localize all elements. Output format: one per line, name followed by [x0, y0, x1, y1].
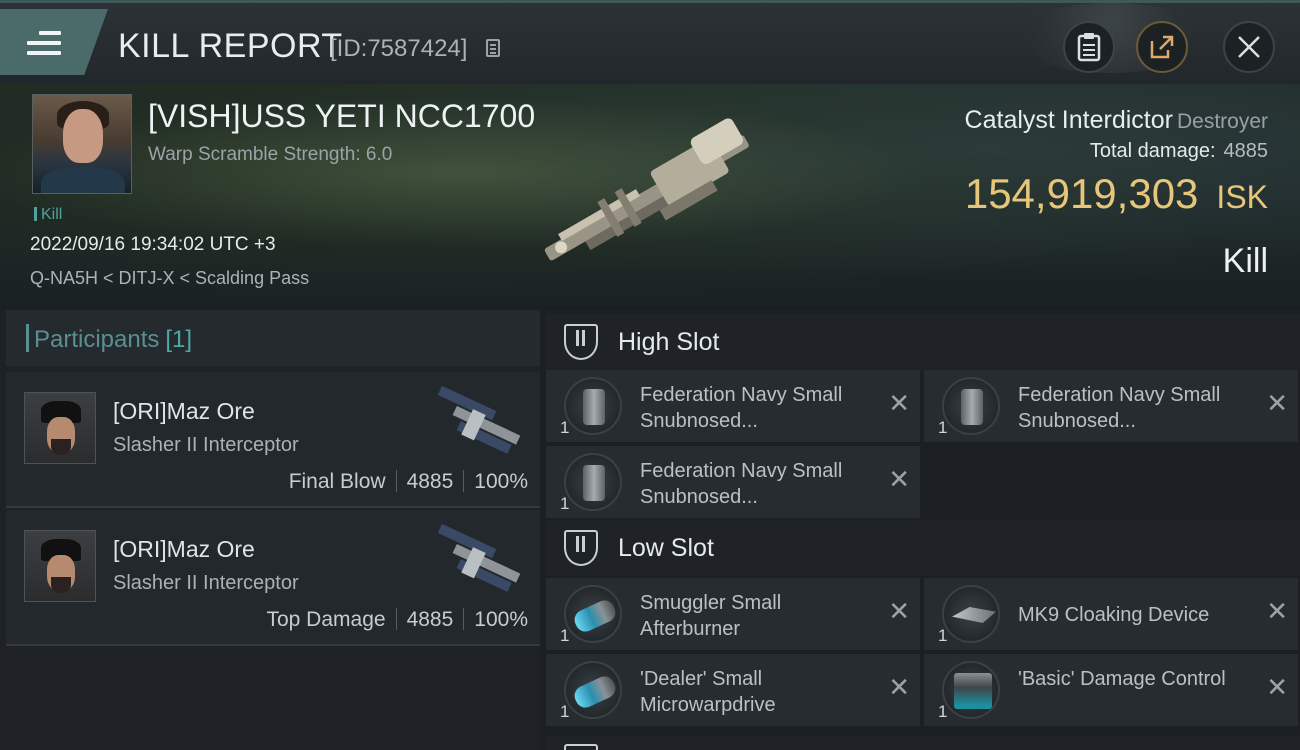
menu-icon — [27, 31, 61, 57]
module-item[interactable]: 1 Federation Navy Small Snubnosed... ✕ — [546, 370, 920, 442]
participant-row[interactable]: [ORI]Maz Ore Slasher II Interceptor Top … — [6, 510, 540, 646]
kill-tag: Kill — [34, 206, 62, 224]
high-slot-title: High Slot — [618, 328, 720, 356]
module-quantity: 1 — [560, 626, 570, 645]
share-button[interactable] — [1136, 21, 1188, 73]
high-slot-header: High Slot — [546, 314, 1300, 370]
participant-name: [ORI]Maz Ore — [113, 398, 255, 424]
module-quantity: 1 — [560, 494, 570, 513]
isk-unit: ISK — [1216, 179, 1268, 215]
participant-damage: 4885 — [406, 608, 454, 631]
participant-ship-image — [437, 385, 521, 454]
victim-panel: [VISH]USS YETI NCC1700 Warp Scramble Str… — [0, 84, 1300, 306]
module-item[interactable]: 1 MK9 Cloaking Device ✕ — [924, 578, 1298, 650]
destroyed-x-icon: ✕ — [888, 596, 910, 626]
fitting-panel: High Slot 1 Federation Navy Small Snubno… — [540, 310, 1300, 750]
close-icon — [1238, 36, 1260, 58]
clipboard-icon — [1077, 33, 1101, 62]
module-quantity: 1 — [938, 626, 948, 645]
header-accent-bar — [26, 324, 29, 352]
module-quantity: 1 — [560, 418, 570, 437]
participant-percent: 100% — [474, 608, 528, 631]
slot-icon — [564, 744, 598, 750]
low-slot-header: Low Slot — [546, 520, 1300, 576]
victim-portrait[interactable] — [32, 94, 132, 194]
total-damage: Total damage: 4885 — [1090, 140, 1268, 163]
share-icon — [1150, 35, 1174, 59]
destroyed-x-icon: ✕ — [1266, 672, 1288, 702]
module-name: Federation Navy Small Snubnosed... — [640, 460, 843, 508]
participants-header: Participants [1] — [6, 310, 540, 366]
participant-ship: Slasher II Interceptor — [113, 434, 299, 456]
module-item[interactable]: 1 Federation Navy Small Snubnosed... ✕ — [924, 370, 1298, 442]
menu-button[interactable] — [0, 9, 108, 75]
participants-count: [1] — [165, 326, 193, 353]
kill-location: Q-NA5H < DITJ-X < Scalding Pass — [30, 268, 310, 288]
module-name: 'Basic' Damage Control — [1018, 668, 1226, 690]
page-title: KILL REPORT — [118, 27, 343, 65]
hybrid-turret-icon — [942, 377, 1000, 435]
module-item[interactable]: 1 'Dealer' Small Microwarpdrive ✕ — [546, 654, 920, 726]
total-damage-label: Total damage: — [1089, 140, 1216, 162]
participant-damage: 4885 — [406, 470, 454, 493]
kill-datetime: 2022/09/16 19:34:02 UTC +3 — [30, 234, 276, 255]
module-name: 'Dealer' Small Microwarpdrive — [640, 668, 776, 716]
module-quantity: 1 — [938, 702, 948, 721]
result-label: Kill — [1222, 242, 1268, 280]
destroyed-x-icon: ✕ — [888, 388, 910, 418]
close-button[interactable] — [1223, 21, 1275, 73]
low-slot-icon — [564, 530, 598, 566]
participants-title: Participants [1] — [34, 326, 192, 354]
isk-value: 154,919,303 ISK — [965, 170, 1268, 218]
avatar[interactable] — [24, 392, 96, 464]
destroyed-x-icon: ✕ — [1266, 596, 1288, 626]
module-quantity: 1 — [938, 418, 948, 437]
participants-panel: Participants [1] [ORI]Maz Ore Slasher II … — [0, 310, 540, 750]
module-item[interactable]: 1 Smuggler Small Afterburner ✕ — [546, 578, 920, 650]
hybrid-turret-icon — [564, 453, 622, 511]
victim-ship-name: Catalyst Interdictor — [964, 106, 1173, 134]
cloaking-device-icon — [942, 585, 1000, 643]
module-item[interactable]: 1 'Basic' Damage Control ✕ — [924, 654, 1298, 726]
warp-scramble-strength: Warp Scramble Strength: 6.0 — [148, 144, 393, 165]
hybrid-turret-icon — [564, 377, 622, 435]
destroyed-x-icon: ✕ — [888, 672, 910, 702]
low-slot-title: Low Slot — [618, 534, 714, 562]
microwarpdrive-icon — [564, 661, 622, 719]
victim-ship-image[interactable] — [510, 112, 800, 272]
participant-row[interactable]: [ORI]Maz Ore Slasher II Interceptor Fina… — [6, 372, 540, 508]
high-slot-icon — [564, 324, 598, 360]
participant-ship-image — [437, 523, 521, 592]
total-damage-value: 4885 — [1223, 140, 1269, 162]
isk-amount: 154,919,303 — [964, 170, 1199, 217]
module-quantity: 1 — [560, 702, 570, 721]
report-id: [ID:7587424] — [330, 35, 468, 62]
copy-id-icon[interactable] — [486, 39, 500, 57]
participant-name: [ORI]Maz Ore — [113, 536, 255, 562]
destroyed-x-icon: ✕ — [1266, 388, 1288, 418]
module-name: MK9 Cloaking Device — [1018, 604, 1210, 626]
participants-label: Participants — [34, 326, 160, 353]
destroyed-x-icon: ✕ — [888, 464, 910, 494]
participant-role: Top Damage — [266, 608, 386, 631]
victim-name: [VISH]USS YETI NCC1700 — [148, 98, 536, 134]
damage-control-icon — [942, 661, 1000, 719]
clipboard-button[interactable] — [1063, 21, 1115, 73]
avatar[interactable] — [24, 530, 96, 602]
participant-stats: Top Damage 4885 100% — [266, 608, 528, 632]
module-name: Smuggler Small Afterburner — [640, 592, 782, 640]
top-bar: KILL REPORT [ID:7587424] — [0, 0, 1300, 84]
participant-role: Final Blow — [288, 470, 386, 493]
afterburner-icon — [564, 585, 622, 643]
next-slot-header-partial — [546, 736, 1300, 750]
module-name: Federation Navy Small Snubnosed... — [640, 384, 843, 432]
victim-ship-type[interactable]: Catalyst Interdictor Destroyer — [965, 106, 1268, 135]
victim-ship-class: Destroyer — [1176, 110, 1268, 133]
participant-ship: Slasher II Interceptor — [113, 572, 299, 594]
module-name: Federation Navy Small Snubnosed... — [1018, 384, 1221, 432]
module-item[interactable]: 1 Federation Navy Small Snubnosed... ✕ — [546, 446, 920, 518]
participant-percent: 100% — [474, 470, 528, 493]
participant-stats: Final Blow 4885 100% — [289, 470, 528, 494]
